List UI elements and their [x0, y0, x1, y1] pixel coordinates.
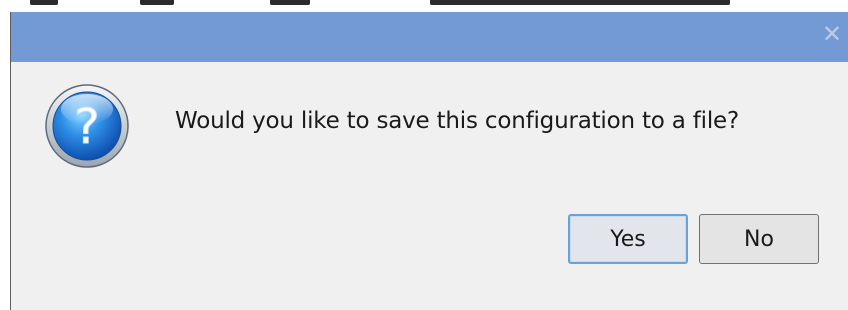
screen: ✕ ? Would you like to save this configur…: [0, 0, 848, 310]
close-button[interactable]: ✕: [820, 21, 844, 47]
background-text-fragment: [30, 0, 58, 5]
yes-button-label: Yes: [610, 226, 646, 252]
dialog-titlebar[interactable]: ✕: [11, 12, 848, 62]
background-text-fragment: [430, 0, 730, 5]
no-button-label: No: [744, 226, 774, 252]
question-icon: ?: [44, 83, 130, 169]
dialog-message: Would you like to save this configuratio…: [175, 108, 740, 134]
close-icon: ✕: [821, 20, 843, 48]
question-mark-glyph: ?: [74, 99, 99, 155]
confirm-dialog: ✕ ? Would you like to save this configur…: [10, 12, 848, 310]
background-text-fragment: [140, 0, 174, 5]
background-text-fragment: [270, 0, 310, 5]
background-window-strip: [0, 0, 848, 12]
yes-button[interactable]: Yes: [568, 214, 688, 264]
no-button[interactable]: No: [699, 214, 819, 264]
